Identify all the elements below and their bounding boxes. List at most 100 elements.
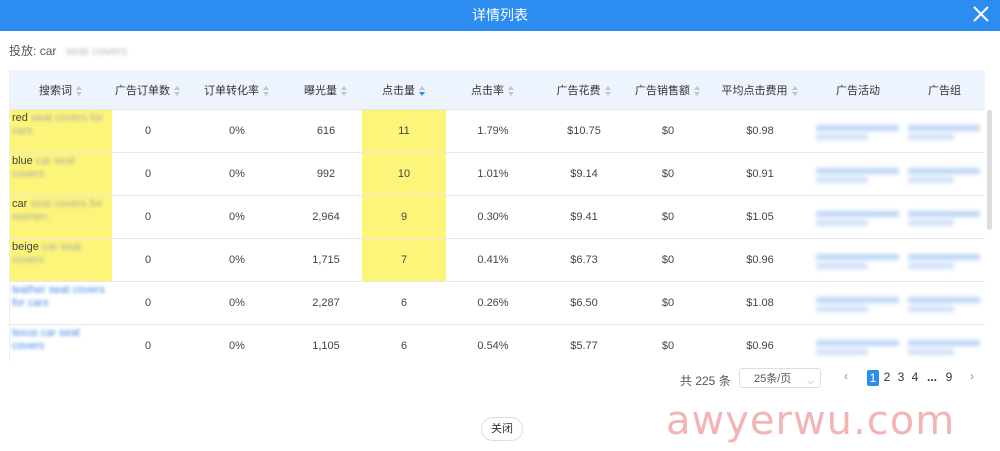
campaign-cell[interactable] [812,324,904,362]
campaign-cell[interactable] [812,109,904,153]
keyword-cell: car seat covers for women [10,195,112,239]
spend-cell: $10.75 [540,109,628,153]
ctr-cell: 0.54% [446,324,540,362]
adgroup-cell[interactable] [904,281,985,325]
chevron-down-icon: ⌵ [807,376,814,386]
prev-page-icon[interactable]: ‹ [844,369,848,383]
close-icon[interactable] [970,3,992,25]
sort-icon[interactable] [76,85,83,96]
sales-cell: $0 [628,195,708,239]
col-header-sales[interactable]: 广告销售额 [628,70,708,110]
page-size-select[interactable]: 25条/页 ⌵ [739,368,821,388]
campaign-cell[interactable] [812,238,904,282]
clicks-cell: 9 [362,195,446,239]
adgroup-cell[interactable] [904,152,985,196]
page-9[interactable]: 9 [943,370,955,384]
keyword-text: beige [12,241,39,253]
campaign-cell[interactable] [812,152,904,196]
conversion-cell: 0% [184,152,290,196]
page-3[interactable]: 3 [895,370,907,384]
spend-cell: $6.50 [540,281,628,325]
page-2[interactable]: 2 [881,370,893,384]
col-header-conversion[interactable]: 订单转化率 [184,70,290,110]
col-header-impressions[interactable]: 曝光量 [290,70,362,110]
cpc-cell: $0.98 [708,109,812,153]
ctr-cell: 0.30% [446,195,540,239]
col-header-orders[interactable]: 广告订单数 [112,70,184,110]
sort-icon[interactable] [791,85,799,96]
keyword-cell[interactable]: leather seat covers for cars [10,281,112,325]
col-header-clicks[interactable]: 点击量 [362,70,446,110]
campaign-cell[interactable] [812,281,904,325]
orders-cell: 0 [112,109,184,153]
col-header-cpc[interactable]: 平均点击费用 [708,70,812,110]
campaign-cell[interactable] [812,195,904,239]
sales-cell: $0 [628,281,708,325]
targeting-prefix: 投放: [9,44,37,58]
conversion-cell: 0% [184,195,290,239]
keyword-link[interactable]: leather seat covers for cars [12,284,105,309]
keyword-cell: blue car seat covers [10,152,112,196]
conversion-cell: 0% [184,238,290,282]
targeting-value: car [39,44,57,58]
sort-desc-icon[interactable] [419,85,426,96]
sort-icon[interactable] [341,85,348,96]
sort-icon[interactable] [604,85,612,96]
col-header-spend[interactable]: 广告花费 [540,70,628,110]
table-row: leather seat covers for cars 0 0% 2,287 6 0.2… [10,281,985,325]
col-header-ctr[interactable]: 点击率 [446,70,540,110]
table-scrollbar[interactable] [987,110,992,230]
impressions-cell: 616 [290,109,362,153]
page-1[interactable]: 1 [867,370,879,386]
orders-cell: 0 [112,324,184,362]
sales-cell: $0 [628,238,708,282]
close-button[interactable]: 关闭 [481,417,523,441]
cpc-cell: $0.96 [708,324,812,362]
table-header-row: 搜索词 广告订单数 订单转化率 曝光量 点击量 点击率 广告花费 广告销售额 平… [10,70,985,110]
keyword-link[interactable]: lexus car seat covers [12,327,80,352]
table-row: blue car seat covers 0 0% 992 10 1.01% $9.14 $0… [10,152,985,196]
adgroup-cell[interactable] [904,324,985,362]
adgroup-cell[interactable] [904,195,985,239]
page-size-value: 25条/页 [754,373,792,385]
pagination: 共 225 条 25条/页 ⌵ ‹ 1 2 3 4 ... 9 › [0,368,1000,390]
orders-cell: 0 [112,195,184,239]
cpc-cell: $1.08 [708,281,812,325]
sort-icon[interactable] [174,85,181,96]
ctr-cell: 0.26% [446,281,540,325]
keyword-cell[interactable]: lexus car seat covers [10,324,112,362]
ctr-cell: 0.41% [446,238,540,282]
cpc-cell: $0.91 [708,152,812,196]
keyword-text: blue [12,155,33,167]
impressions-cell: 1,715 [290,238,362,282]
spend-cell: $9.41 [540,195,628,239]
impressions-cell: 2,287 [290,281,362,325]
page-ellipsis[interactable]: ... [924,370,940,384]
adgroup-cell[interactable] [904,238,985,282]
sales-cell: $0 [628,109,708,153]
pagination-total: 共 225 条 [680,374,731,388]
orders-cell: 0 [112,152,184,196]
targeting-label: 投放: car seat covers [9,42,127,59]
conversion-cell: 0% [184,109,290,153]
orders-cell: 0 [112,238,184,282]
sort-icon[interactable] [508,85,515,96]
impressions-cell: 992 [290,152,362,196]
impressions-cell: 1,105 [290,324,362,362]
page-4[interactable]: 4 [909,370,921,384]
sort-icon[interactable] [694,85,701,96]
col-header-keyword[interactable]: 搜索词 [10,70,112,110]
keyword-cell: red seat covers for cars [10,109,112,153]
clicks-cell: 6 [362,324,446,362]
clicks-cell: 7 [362,238,446,282]
table-row: red seat covers for cars 0 0% 616 11 1.79% $10… [10,109,985,153]
orders-cell: 0 [112,281,184,325]
impressions-cell: 2,964 [290,195,362,239]
adgroup-cell[interactable] [904,109,985,153]
targeting-value-blurred: seat covers [65,44,128,58]
conversion-cell: 0% [184,324,290,362]
sort-icon[interactable] [263,85,270,96]
conversion-cell: 0% [184,281,290,325]
col-header-adgroup: 广告组 [904,70,985,110]
next-page-icon[interactable]: › [970,369,974,383]
